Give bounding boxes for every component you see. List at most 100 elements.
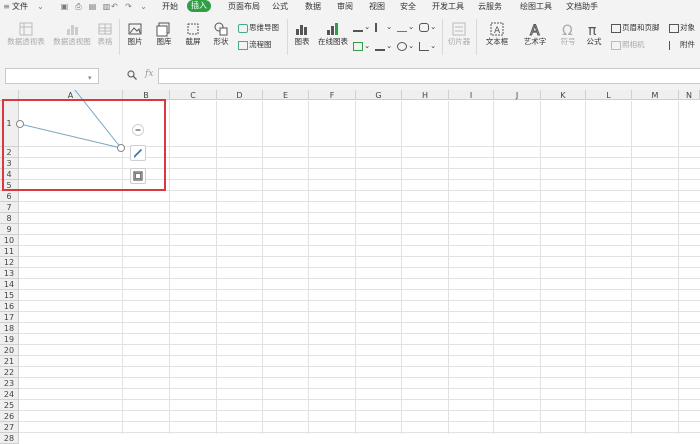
art-text-button[interactable]: A 艺术字 bbox=[518, 21, 552, 47]
ribbon-separator bbox=[287, 19, 288, 55]
pivot-chart-icon bbox=[67, 25, 78, 35]
ribbon-separator bbox=[476, 19, 477, 55]
column-chart-icon bbox=[353, 23, 363, 32]
layout-options-button[interactable] bbox=[130, 168, 146, 184]
tab-data[interactable]: 数据 bbox=[305, 1, 321, 12]
menu-icon[interactable]: ≡ bbox=[2, 2, 11, 11]
edit-shape-button[interactable] bbox=[130, 145, 146, 161]
ribbon-separator bbox=[119, 19, 120, 55]
row-header[interactable]: 28 bbox=[0, 433, 19, 444]
paperclip-icon bbox=[669, 40, 679, 50]
gallery-icon bbox=[156, 22, 170, 37]
minus-circle-icon bbox=[135, 129, 141, 131]
art-text-icon: A bbox=[530, 23, 541, 38]
flowchart-button[interactable]: 流程图 bbox=[238, 40, 272, 50]
pi-icon: π bbox=[588, 23, 597, 37]
pie-chart-dropdown[interactable]: ⌄ bbox=[397, 41, 414, 51]
shapes-icon bbox=[214, 22, 228, 36]
slicer-button[interactable]: 切片器 bbox=[446, 21, 472, 47]
line-chart-dropdown[interactable]: ⌄ bbox=[397, 22, 414, 32]
formula-button[interactable]: π 公式 bbox=[583, 21, 605, 47]
text-box-icon: A bbox=[490, 22, 504, 36]
picture-button[interactable]: 图片 bbox=[122, 21, 148, 47]
collapse-button[interactable] bbox=[132, 124, 144, 136]
shapes-button[interactable]: 形状 bbox=[208, 21, 234, 47]
pie-chart-icon bbox=[397, 41, 407, 51]
slicer-icon bbox=[452, 22, 466, 36]
scatter-chart-icon bbox=[419, 41, 429, 51]
undo-icon[interactable]: ↶ bbox=[110, 2, 119, 11]
svg-text:Ω: Ω bbox=[562, 23, 573, 37]
screenshot-button[interactable]: 截屏 bbox=[180, 21, 206, 47]
print-icon[interactable]: ⎙ bbox=[74, 2, 83, 11]
table-button[interactable]: 表格 bbox=[94, 21, 116, 47]
table-icon bbox=[98, 23, 112, 35]
tab-review[interactable]: 审阅 bbox=[337, 1, 353, 12]
scatter-chart-dropdown[interactable]: ⌄ bbox=[419, 41, 436, 51]
formula-bar: ▾ fx bbox=[0, 62, 700, 90]
tab-view[interactable]: 视图 bbox=[369, 1, 385, 12]
pivot-table-button[interactable]: 数据透视表 bbox=[4, 21, 48, 47]
chevron-down-icon[interactable]: ⌄ bbox=[36, 2, 45, 11]
tab-developer[interactable]: 开发工具 bbox=[432, 1, 464, 12]
picture-icon bbox=[128, 23, 142, 35]
redo-icon[interactable]: ↷ bbox=[124, 2, 133, 11]
save-icon[interactable]: ▣ bbox=[60, 2, 69, 11]
tab-home[interactable]: 开始 bbox=[162, 1, 178, 12]
flowchart-icon bbox=[238, 40, 248, 50]
camera-icon bbox=[611, 40, 621, 50]
zoom-icon[interactable] bbox=[127, 70, 137, 80]
layout-options-icon bbox=[133, 171, 143, 181]
object-button[interactable]: 对象 bbox=[669, 23, 695, 33]
bar-chart-horizontal-icon bbox=[375, 22, 385, 32]
omega-icon: Ω bbox=[562, 23, 573, 37]
tab-security[interactable]: 安全 bbox=[400, 1, 416, 12]
mind-map-icon bbox=[238, 23, 248, 33]
object-icon bbox=[669, 23, 679, 33]
svg-text:A: A bbox=[494, 26, 501, 36]
other-chart-dropdown[interactable]: ⌄ bbox=[419, 22, 436, 32]
pivot-chart-button[interactable]: 数据透视图 bbox=[50, 21, 94, 47]
stock-chart-icon bbox=[353, 41, 363, 51]
bar-chart-dropdown[interactable]: ⌄ bbox=[375, 22, 392, 32]
pivot-table-icon bbox=[19, 22, 33, 36]
column-chart-dropdown[interactable]: ⌄ bbox=[353, 22, 370, 32]
symbol-button[interactable]: Ω 符号 bbox=[555, 21, 581, 47]
spreadsheet-grid[interactable]: A B C D E F G H I J K L M N 1 2 3 4 5 6 … bbox=[0, 90, 700, 444]
online-chart-button[interactable]: 在线图表 bbox=[316, 21, 350, 47]
pencil-icon bbox=[133, 148, 143, 158]
bar-chart-icon bbox=[296, 25, 307, 35]
scissors-icon bbox=[187, 23, 199, 35]
text-box-button[interactable]: A 文本框 bbox=[480, 21, 514, 47]
tab-drawing-tools[interactable]: 绘图工具 bbox=[520, 1, 552, 12]
gallery-button[interactable]: 图库 bbox=[150, 21, 178, 47]
attachment-button[interactable]: 附件 bbox=[669, 40, 695, 50]
tab-doc-assistant[interactable]: 文档助手 bbox=[566, 1, 598, 12]
combo-chart-icon bbox=[375, 42, 385, 51]
stock-chart-dropdown[interactable]: ⌄ bbox=[353, 41, 370, 51]
camera-button[interactable]: 照相机 bbox=[611, 40, 645, 50]
header-footer-icon bbox=[611, 23, 621, 33]
chart-button[interactable]: 图表 bbox=[290, 21, 314, 47]
tab-insert[interactable]: 插入 bbox=[187, 0, 211, 12]
svg-text:π: π bbox=[588, 23, 597, 37]
combo-chart-dropdown[interactable]: ⌄ bbox=[375, 41, 392, 51]
svg-text:A: A bbox=[530, 23, 540, 37]
menu-bar: ≡ 文件 ⌄ ▣ ⎙ ▤ ▥ ↶ ↷ ⌄ 开始 插入 页面布局 公式 数据 审阅… bbox=[0, 0, 700, 13]
pentagon-icon bbox=[419, 22, 429, 32]
ribbon-toolbar: 数据透视表 数据透视图 表格 图片 图库 截屏 形状 思维导图 流程图 图表 在… bbox=[0, 13, 700, 63]
chevron-down-icon[interactable]: ⌄ bbox=[139, 2, 148, 11]
mind-map-button[interactable]: 思维导图 bbox=[238, 23, 279, 33]
print-preview-icon[interactable]: ▤ bbox=[88, 2, 97, 11]
tab-page-layout[interactable]: 页面布局 bbox=[228, 1, 260, 12]
name-box[interactable] bbox=[5, 68, 99, 84]
tab-cloud-service[interactable]: 云服务 bbox=[478, 1, 502, 12]
line-chart-icon bbox=[397, 23, 407, 32]
formula-input[interactable] bbox=[158, 68, 700, 84]
file-menu[interactable]: 文件 bbox=[12, 1, 28, 12]
tab-formulas[interactable]: 公式 bbox=[272, 1, 288, 12]
header-footer-button[interactable]: 页眉和页脚 bbox=[611, 23, 660, 33]
ribbon-separator bbox=[442, 19, 443, 55]
fx-icon[interactable]: fx bbox=[145, 69, 153, 79]
online-chart-icon bbox=[327, 23, 338, 35]
